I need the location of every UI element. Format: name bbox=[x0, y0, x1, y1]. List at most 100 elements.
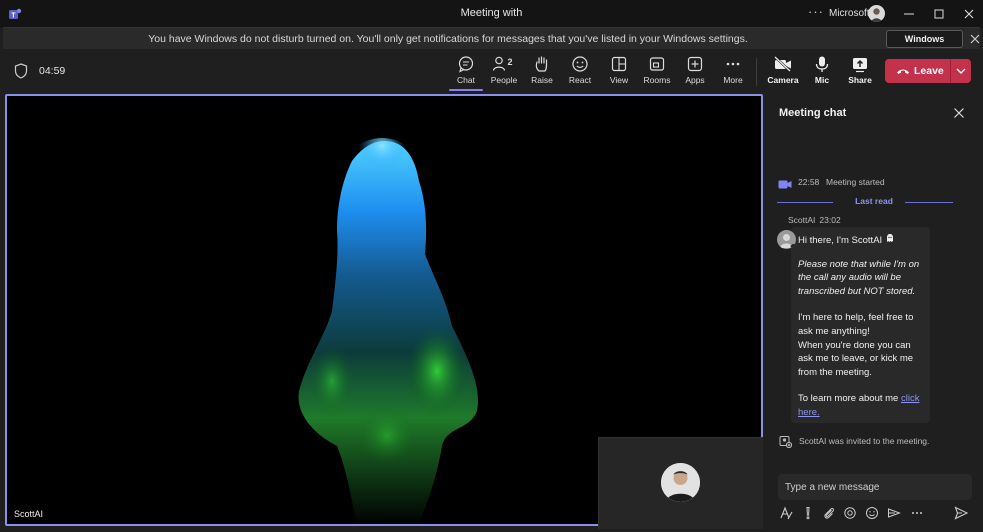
people-icon: 2 bbox=[485, 55, 523, 74]
chat-message-bubble[interactable]: Hi there, I'm ScottAI Please note that w… bbox=[791, 227, 930, 423]
svg-text:2: 2 bbox=[508, 57, 513, 67]
share-label: Share bbox=[848, 75, 872, 85]
shield-icon[interactable] bbox=[14, 63, 28, 79]
react-button[interactable]: React bbox=[561, 54, 599, 90]
mic-button[interactable]: Mic bbox=[803, 54, 841, 90]
react-icon bbox=[561, 55, 599, 74]
presence-status-icon bbox=[790, 243, 796, 249]
raise-label: Raise bbox=[531, 75, 553, 85]
rooms-button[interactable]: Rooms bbox=[638, 54, 676, 90]
svg-text:T: T bbox=[11, 13, 16, 20]
leave-options-button[interactable] bbox=[951, 59, 971, 83]
self-avatar bbox=[661, 463, 700, 502]
chat-close-icon[interactable] bbox=[953, 106, 967, 120]
share-button[interactable]: Share bbox=[841, 54, 879, 90]
leave-button-group: Leave bbox=[885, 59, 971, 83]
important-icon[interactable] bbox=[800, 506, 816, 522]
meeting-chat-panel: Meeting chat 22:58 Meeting started Last … bbox=[767, 94, 983, 532]
meeting-timer: 04:59 bbox=[39, 65, 66, 77]
camera-label: Camera bbox=[767, 75, 799, 85]
organization-name[interactable]: Microsoft bbox=[829, 8, 870, 19]
message-leave-line: When you're done you can ask me to leave… bbox=[798, 339, 914, 378]
scottai-avatar[interactable] bbox=[777, 230, 796, 249]
format-icon[interactable] bbox=[778, 506, 794, 522]
camera-button[interactable]: Camera bbox=[764, 54, 802, 90]
active-tab-indicator bbox=[449, 89, 483, 91]
banner-close-icon[interactable] bbox=[969, 32, 983, 46]
chat-label: Chat bbox=[457, 75, 475, 85]
message-help-line: I'm here to help, feel free to ask me an… bbox=[798, 312, 914, 337]
apps-label: Apps bbox=[685, 75, 705, 85]
view-icon bbox=[600, 55, 638, 74]
chevron-down-icon bbox=[956, 68, 966, 74]
invite-text: ScottAI was invited to the meeting. bbox=[799, 436, 930, 446]
react-label: React bbox=[568, 75, 592, 85]
minimize-button[interactable] bbox=[898, 4, 920, 24]
people-button[interactable]: 2 People bbox=[485, 54, 523, 90]
scottai-avatar-video bbox=[298, 138, 478, 524]
message-privacy-note: Please note that while I'm on the call a… bbox=[798, 258, 920, 297]
attach-icon[interactable] bbox=[821, 506, 837, 522]
message-greeting: Hi there, I'm ScottAI bbox=[798, 233, 922, 248]
banner-message: You have Windows do not disturb turned o… bbox=[148, 33, 748, 45]
apps-button[interactable]: Apps bbox=[676, 54, 714, 90]
raise-hand-icon bbox=[523, 55, 561, 74]
close-window-button[interactable] bbox=[958, 4, 980, 24]
rooms-label: Rooms bbox=[643, 75, 671, 85]
title-bar: T Meeting with ··· Microsoft bbox=[0, 0, 983, 28]
last-read-label: Last read bbox=[855, 196, 893, 206]
message-input[interactable] bbox=[778, 474, 972, 500]
chat-icon bbox=[447, 55, 485, 74]
raise-hand-button[interactable]: Raise bbox=[523, 54, 561, 90]
message-meta: ScottAI 23:02 bbox=[788, 215, 841, 225]
more-options-icon[interactable] bbox=[909, 506, 925, 522]
send-icon[interactable] bbox=[953, 506, 969, 522]
meeting-started-event: 22:58 Meeting started bbox=[778, 176, 978, 190]
more-button[interactable]: More bbox=[714, 54, 752, 90]
meeting-started-time: 22:58 bbox=[798, 177, 820, 187]
leave-button[interactable]: Leave bbox=[885, 59, 950, 83]
more-horizontal-icon[interactable]: ··· bbox=[807, 4, 825, 22]
view-label: View bbox=[609, 75, 629, 85]
message-time: 23:02 bbox=[819, 215, 841, 225]
compose-box bbox=[778, 474, 972, 500]
teams-logo-icon: T bbox=[8, 7, 22, 21]
rooms-icon bbox=[638, 55, 676, 74]
invite-event: ScottAI was invited to the meeting. bbox=[779, 435, 979, 449]
message-learn-more: To learn more about me click here. bbox=[798, 393, 920, 418]
video-camera-icon bbox=[778, 177, 792, 195]
more-label: More bbox=[723, 75, 743, 85]
dnd-notification-banner: You have Windows do not disturb turned o… bbox=[3, 27, 983, 60]
phone-hangup-icon bbox=[897, 69, 909, 74]
close-icon bbox=[964, 9, 974, 19]
add-person-icon bbox=[779, 435, 793, 453]
ghost-emoji-icon bbox=[886, 234, 893, 242]
meeting-toolbar: 04:59 Chat 2 People Raise React View Roo… bbox=[0, 50, 983, 92]
people-label: People bbox=[490, 75, 518, 85]
share-icon bbox=[841, 55, 879, 74]
more-icon bbox=[714, 55, 752, 74]
leave-label: Leave bbox=[914, 65, 944, 77]
last-read-divider: Last read bbox=[777, 196, 953, 208]
toolbar-divider bbox=[756, 58, 757, 86]
windows-settings-button[interactable]: Windows settings bbox=[886, 30, 963, 60]
forward-icon[interactable] bbox=[886, 506, 902, 522]
loop-icon[interactable] bbox=[842, 506, 858, 522]
meeting-started-text: Meeting started bbox=[826, 177, 885, 187]
compose-toolbar bbox=[778, 504, 978, 524]
view-button[interactable]: View bbox=[600, 54, 638, 90]
minimize-icon bbox=[904, 13, 914, 15]
mic-label: Mic bbox=[814, 75, 830, 85]
apps-icon bbox=[676, 55, 714, 74]
mic-icon bbox=[803, 55, 841, 74]
self-view-tile[interactable] bbox=[598, 437, 763, 529]
user-avatar[interactable] bbox=[868, 5, 885, 22]
camera-off-icon bbox=[764, 55, 802, 74]
maximize-button[interactable] bbox=[928, 4, 950, 24]
chat-button[interactable]: Chat bbox=[447, 54, 485, 91]
message-author: ScottAI bbox=[788, 215, 816, 225]
maximize-icon bbox=[934, 9, 944, 19]
speaker-name-label: ScottAI bbox=[14, 509, 44, 519]
chat-panel-title: Meeting chat bbox=[779, 107, 847, 119]
emoji-icon[interactable] bbox=[864, 506, 880, 522]
